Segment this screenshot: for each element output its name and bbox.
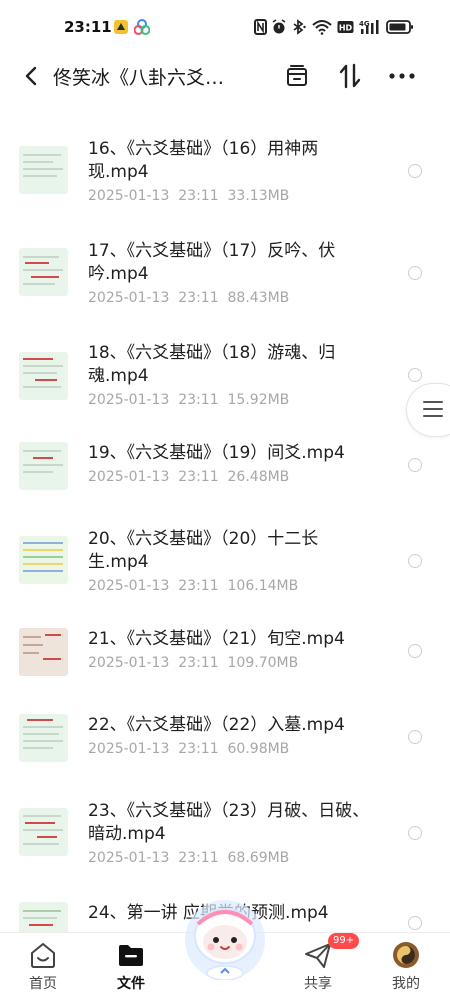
select-all-icon: [287, 65, 307, 86]
file-size: 68.69MB: [227, 850, 290, 866]
video-thumbnail: [19, 146, 68, 194]
file-name: 17、《六爻基础》（17）反吟、伏吟.mp4: [88, 241, 336, 284]
folder-icon: [119, 945, 143, 966]
more-icon: [389, 73, 415, 79]
file-meta: 2025-01-13 23:11 88.43MB: [88, 290, 289, 306]
video-thumbnail: [19, 442, 68, 490]
select-checkbox[interactable]: [408, 368, 422, 382]
file-item[interactable]: 23、《六爻基础》（23）月破、日破、暗动.mp4 2025-01-13 23:…: [0, 800, 450, 896]
file-item[interactable]: 17、《六爻基础》（17）反吟、伏吟.mp4 2025-01-13 23:11 …: [0, 240, 450, 336]
file-meta: 2025-01-13 23:11 33.13MB: [88, 188, 289, 204]
nfc-icon: [254, 19, 267, 35]
video-thumbnail: [19, 714, 68, 762]
tab-label: 首页: [29, 976, 57, 992]
video-thumbnail: [19, 248, 68, 296]
file-meta: 2025-01-13 23:11 106.14MB: [88, 578, 298, 594]
file-date: 2025-01-13 23:11: [88, 392, 219, 408]
select-checkbox[interactable]: [408, 826, 422, 840]
cloud-app-icon: [134, 19, 150, 35]
select-checkbox[interactable]: [408, 644, 422, 658]
back-icon: [25, 66, 37, 86]
signal-icon: 4G: [359, 20, 379, 34]
file-meta: 2025-01-13 23:11 26.48MB: [88, 469, 289, 485]
file-date: 2025-01-13 23:11: [88, 469, 219, 485]
video-thumbnail: [19, 808, 68, 856]
wifi-icon: [312, 20, 332, 35]
file-meta: 2025-01-13 23:11 15.92MB: [88, 392, 289, 408]
alarm-icon: [272, 19, 286, 34]
video-thumbnail: [19, 352, 68, 400]
file-size: 109.70MB: [227, 655, 299, 671]
file-size: 15.92MB: [227, 392, 290, 408]
file-meta: 2025-01-13 23:11 60.98MB: [88, 741, 289, 757]
bluetooth-icon: [293, 19, 306, 35]
file-name: 20、《六爻基础》（20）十二长生.mp4: [88, 529, 319, 572]
file-date: 2025-01-13 23:11: [88, 741, 219, 757]
file-size: 26.48MB: [227, 469, 290, 485]
more-button[interactable]: [386, 60, 418, 92]
file-date: 2025-01-13 23:11: [88, 578, 219, 594]
hd-icon: HD: [337, 21, 354, 33]
page-title: 佟笑冰《八卦六爻…: [53, 67, 225, 89]
file-date: 2025-01-13 23:11: [88, 290, 219, 306]
tab-label: 文件: [117, 976, 145, 992]
tab-home[interactable]: 首页: [8, 933, 78, 1000]
file-name: 23、《六爻基础》（23）月破、日破、暗动.mp4: [88, 801, 370, 844]
file-date: 2025-01-13 23:11: [88, 655, 219, 671]
share-badge: 99+: [328, 933, 360, 949]
tab-profile[interactable]: 我的: [371, 933, 441, 1000]
file-item[interactable]: 16、《六爻基础》（16）用神两现.mp4 2025-01-13 23:11 3…: [0, 138, 450, 234]
top-app-bar: 佟笑冰《八卦六爻…: [0, 56, 450, 96]
file-item[interactable]: 20、《六爻基础》（20）十二长生.mp4 2025-01-13 23:11 1…: [0, 528, 450, 624]
file-item[interactable]: 21、《六爻基础》（21）旬空.mp4 2025-01-13 23:11 109…: [0, 628, 450, 704]
file-name: 19、《六爻基础》（19）间爻.mp4: [88, 443, 345, 463]
sort-button[interactable]: [334, 60, 366, 92]
file-size: 60.98MB: [227, 741, 290, 757]
select-checkbox[interactable]: [408, 554, 422, 568]
file-name: 21、《六爻基础》（21）旬空.mp4: [88, 629, 345, 649]
mascot-assistant-button[interactable]: [180, 890, 270, 980]
sort-icon: [339, 63, 361, 89]
select-checkbox[interactable]: [408, 458, 422, 472]
select-checkbox[interactable]: [408, 266, 422, 280]
file-item[interactable]: 18、《六爻基础》（18）游魂、归魂.mp4 2025-01-13 23:11 …: [0, 342, 450, 438]
svg-text:HD: HD: [339, 24, 353, 33]
video-thumbnail: [19, 536, 68, 584]
file-meta: 2025-01-13 23:11 109.70MB: [88, 655, 298, 671]
file-item[interactable]: 22、《六爻基础》（22）入墓.mp4 2025-01-13 23:11 60.…: [0, 714, 450, 790]
file-name: 16、《六爻基础》（16）用神两现.mp4: [88, 139, 319, 182]
battery-icon: [386, 20, 413, 34]
file-size: 88.43MB: [227, 290, 290, 306]
select-all-button[interactable]: [281, 60, 313, 92]
tab-files[interactable]: 文件: [96, 933, 166, 1000]
select-checkbox[interactable]: [408, 916, 422, 930]
file-meta: 2025-01-13 23:11 68.69MB: [88, 850, 289, 866]
tab-label: 共享: [304, 976, 332, 992]
profile-icon: [393, 942, 419, 968]
select-checkbox[interactable]: [408, 730, 422, 744]
file-item[interactable]: 19、《六爻基础》（19）间爻.mp4 2025-01-13 23:11 26.…: [0, 442, 450, 518]
select-checkbox[interactable]: [408, 164, 422, 178]
file-name: 18、《六爻基础》（18）游魂、归魂.mp4: [88, 343, 336, 386]
file-list: 16、《六爻基础》（16）用神两现.mp4 2025-01-13 23:11 3…: [0, 118, 450, 932]
file-size: 33.13MB: [227, 188, 290, 204]
back-button[interactable]: [16, 60, 46, 92]
notification-app-icon: [114, 20, 128, 34]
status-time: 23:11: [64, 18, 112, 36]
tab-label: 我的: [392, 976, 420, 992]
menu-icon: [423, 401, 443, 422]
home-icon: [31, 943, 55, 968]
status-bar: 23:11 HD 4G: [0, 0, 450, 56]
file-date: 2025-01-13 23:11: [88, 850, 219, 866]
file-date: 2025-01-13 23:11: [88, 188, 219, 204]
file-size: 106.14MB: [227, 578, 299, 594]
video-thumbnail: [19, 902, 68, 932]
file-name: 22、《六爻基础》（22）入墓.mp4: [88, 715, 345, 735]
video-thumbnail: [19, 628, 68, 676]
status-icons: HD 4G: [254, 18, 414, 36]
